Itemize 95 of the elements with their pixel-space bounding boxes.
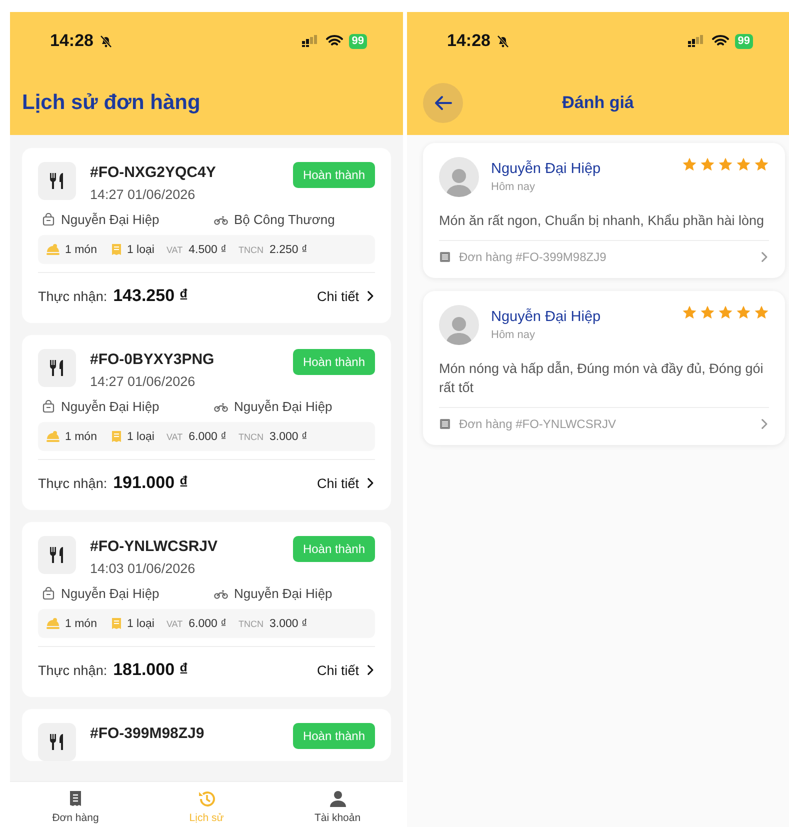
detail-link[interactable]: Chi tiết [316,288,375,304]
star-icon [682,157,697,172]
star-icon [700,157,715,172]
detail-link[interactable]: Chi tiết [316,662,375,678]
receipt-icon [110,617,122,630]
review-date: Hôm nay [491,329,536,341]
order-time: 14:27 01/06/2026 [90,187,196,202]
order-id: #FO-0BYXY3PNG [90,351,216,368]
tncn-amount: 3.000 ₫ [270,430,308,442]
item-count: 1 món [65,430,97,442]
page-title: Đánh giá [561,92,635,112]
signal-icon [688,35,706,47]
type-count: 1 loại [126,244,154,256]
tab-item[interactable]: Đơn hàng [10,782,141,827]
order-card[interactable]: #FO-399M98ZJ9 Hoàn thành [22,709,391,761]
item-count: 1 món [65,618,97,630]
order-card[interactable]: #FO-YNLWCSRJV 14:03 01/06/2026 Hoàn thành Nguyễn Đại Hiệp Nguyễn Đại Hiệp 1 món 1 loại VAT 6.000 ₫ TNCN 3.000 ₫ Thực nhận: 181.000 ₫ Chi tiết [22,522,391,697]
received-label: Thực nhận: [38,662,108,678]
reviewer-name: Nguyễn Đại Hiệp [491,161,602,177]
vat-amount: 4.500 ₫ [188,244,227,256]
document-icon [439,251,451,263]
dish-icon [46,617,60,630]
receipt-icon [110,243,122,256]
type-count: 1 loại [126,618,154,630]
star-icon [718,157,733,172]
star-icon [736,305,751,320]
page-title: Lịch sử đơn hàng [21,90,200,114]
star-icon [718,305,733,320]
chevron-right-icon [365,476,375,490]
received-label: Thực nhận: [38,288,108,304]
status-badge: Hoàn thành [292,162,375,188]
order-card[interactable]: #FO-0BYXY3PNG 14:27 01/06/2026 Hoàn thành Nguyễn Đại Hiệp Nguyễn Đại Hiệp 1 món 1 loại VAT 6.000 ₫ TNCN 3.000 ₫ Thực nhận: 191.000 ₫ Chi tiết [22,335,391,510]
order-card[interactable]: #FO-NXG2YQC4Y 14:27 01/06/2026 Hoàn thành Nguyễn Đại Hiệp Bộ Công Thương 1 món 1 loại VAT 4.500 ₫ TNCN 2.250 ₫ Thực nhận: 143.250 ₫ Chi tiết [22,148,391,323]
customer-name: Nguyễn Đại Hiệp [61,399,160,414]
battery-level: 99 [348,34,367,48]
document-icon [439,418,451,430]
back-arrow-icon [434,94,452,110]
chevron-right-icon [365,289,375,303]
customer-name: Nguyễn Đại Hiệp [61,586,160,601]
review-date: Hôm nay [491,181,536,193]
item-count: 1 món [65,244,97,256]
status-badge: Hoàn thành [292,723,375,749]
order-id: #FO-399M98ZJ9 [90,725,206,742]
chevron-right-icon [759,250,769,264]
dish-icon [46,430,60,443]
received-amount: 191.000 ₫ [113,473,188,493]
star-icon [754,305,769,320]
receipt-icon [110,430,122,443]
wifi-icon [326,35,343,47]
muted-bell-icon [99,34,114,48]
status-time: 14:28 [50,31,94,51]
shipper-name: Nguyễn Đại Hiệp [234,586,332,601]
customer-name: Nguyễn Đại Hiệp [61,212,160,227]
received-label: Thực nhận: [38,476,108,490]
vat-amount: 6.000 ₫ [188,430,227,442]
type-count: 1 loại [126,430,154,442]
muted-bell-icon [496,34,510,48]
reviewer-name: Nguyễn Đại Hiệp [491,309,602,325]
status-badge: Hoàn thành [292,349,375,375]
shipper-name: Bộ Công Thương [234,212,335,227]
tncn-amount: 2.250 ₫ [270,244,308,256]
received-amount: 143.250 ₫ [113,286,188,306]
tncn-amount: 3.000 ₫ [270,618,308,630]
dish-icon [46,243,60,256]
star-icon [736,157,751,172]
vat-label: VAT [166,244,183,254]
status-time: 14:28 [447,31,490,51]
review-comment: Món nóng và hấp dẫn, Đúng món và đầy đủ, Đóng gói rất tốt [439,360,764,397]
order-time: 14:27 01/06/2026 [90,374,196,389]
history-icon [196,789,216,809]
back-button[interactable] [423,82,463,122]
vat-label: VAT [166,432,183,442]
chevron-right-icon [759,417,769,431]
order-id: #FO-YNLWCSRJV [90,538,219,555]
battery-level: 99 [734,34,753,48]
signal-icon [302,35,320,47]
order-time: 14:03 01/06/2026 [90,561,196,576]
review-comment: Món ăn rất ngon, Chuẩn bị nhanh, Khẩu phần hài lòng [439,212,766,230]
tncn-label: TNCN [238,432,264,442]
tncn-label: TNCN [238,618,264,628]
status-badge: Hoàn thành [292,536,375,562]
shipper-name: Nguyễn Đại Hiệp [234,399,332,414]
received-amount: 181.000 ₫ [113,660,188,680]
star-icon [682,305,697,320]
detail-link[interactable]: Chi tiết [316,476,375,490]
star-icon [700,305,715,320]
vat-amount: 6.000 ₫ [188,618,227,630]
order-id: #FO-NXG2YQC4Y [90,164,217,181]
tab-item[interactable]: Tài khoản [272,782,403,827]
wifi-icon [712,35,729,47]
star-icon [754,157,769,172]
vat-label: VAT [166,618,183,628]
person-icon [328,789,348,809]
tncn-label: TNCN [238,244,264,254]
chevron-right-icon [365,663,375,677]
